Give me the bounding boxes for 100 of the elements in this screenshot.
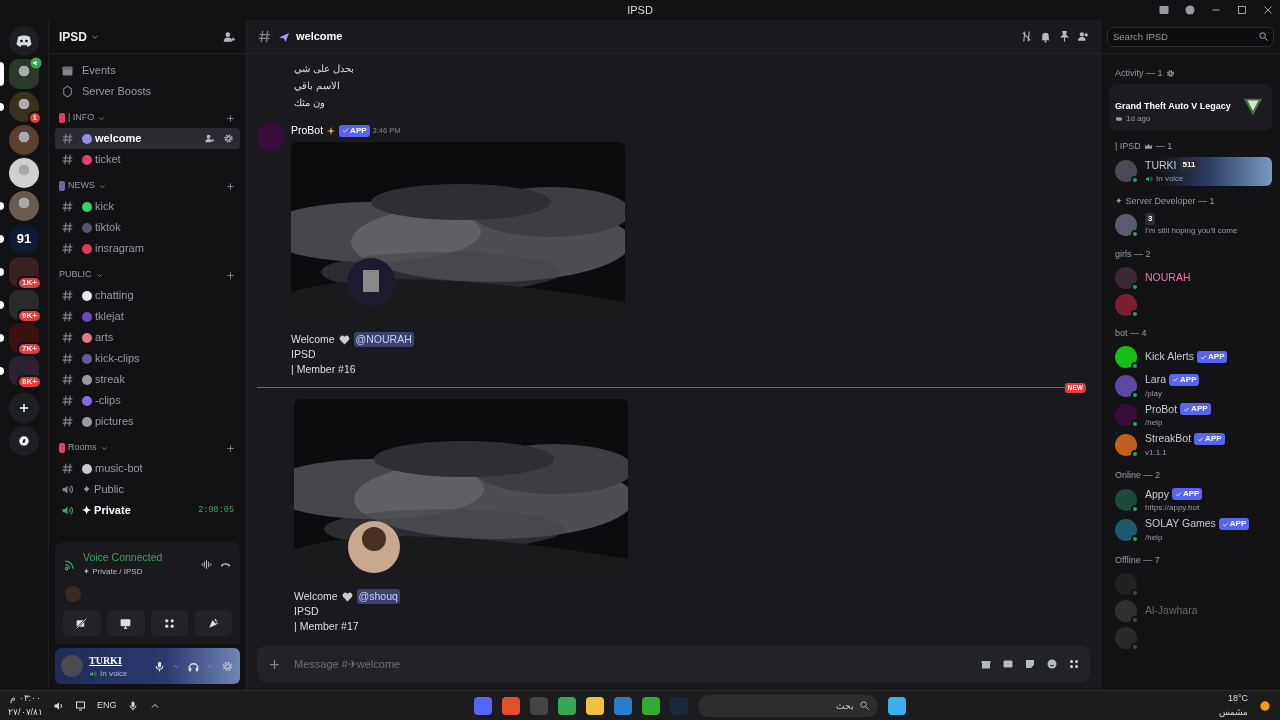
invite-icon[interactable] xyxy=(222,29,236,44)
user-mention[interactable]: @NOURAH xyxy=(353,331,414,347)
member-item[interactable]: 3 I'm still hoping you'll come xyxy=(1109,211,1272,239)
bot-avatar xyxy=(257,123,285,151)
server-icon[interactable] xyxy=(9,158,39,188)
check-icon xyxy=(342,127,350,135)
sidebar-item[interactable]: Server Boosts xyxy=(55,81,240,102)
emoji-icon[interactable] xyxy=(1046,658,1058,670)
category-header[interactable]: Rooms xyxy=(68,441,97,455)
sidebar-item[interactable]: Events xyxy=(55,60,240,81)
screen-share-icon xyxy=(119,616,133,630)
channel-item[interactable]: arts xyxy=(55,327,240,348)
message-text: الاسم باقي xyxy=(294,80,340,91)
clock-time: ٠٣:٠٠ م xyxy=(9,692,42,705)
channel-name: ✦ Public xyxy=(82,482,125,498)
user-mention[interactable]: @shouq xyxy=(356,588,400,604)
channel-item[interactable]: streak xyxy=(55,369,240,390)
channel-item[interactable]: pictures xyxy=(55,411,240,432)
member-item[interactable]: ProBot APP /help xyxy=(1109,400,1272,431)
username[interactable]: TURKI xyxy=(89,652,147,668)
search-icon xyxy=(858,699,870,711)
screen-share-button[interactable] xyxy=(106,610,145,636)
channel-item[interactable]: -clips xyxy=(55,390,240,411)
maximize-button[interactable] xyxy=(1236,4,1248,16)
activity-card[interactable]: Grand Theft Auto V Legacy 1d ago xyxy=(1109,83,1272,131)
add-channel-icon[interactable] xyxy=(225,112,236,124)
channel-item[interactable]: kick-clips xyxy=(55,348,240,369)
channel-item[interactable]: music-bot xyxy=(55,458,240,479)
channel-item[interactable]: tklejat xyxy=(55,306,240,327)
member-item[interactable]: StreakBot APP v1.1.1 xyxy=(1109,430,1272,460)
channel-item[interactable]: tiktok xyxy=(55,217,240,238)
notification-bell-icon[interactable] xyxy=(1039,30,1052,43)
hash-icon xyxy=(61,200,74,213)
close-button[interactable] xyxy=(1262,4,1274,16)
server-icon[interactable] xyxy=(9,59,39,89)
member-name: Al-Jawhara xyxy=(1145,603,1198,619)
compass-icon xyxy=(17,434,31,448)
taskbar-app-icon[interactable] xyxy=(501,696,520,715)
start-button[interactable] xyxy=(887,696,906,715)
message-input[interactable]: Message #✈welcome xyxy=(292,654,970,674)
channel-item[interactable]: ✦ Private 2:00:05 xyxy=(55,500,240,521)
camera-button[interactable] xyxy=(63,610,101,636)
member-name: Appy xyxy=(1145,486,1169,502)
invite-icon[interactable] xyxy=(204,133,215,144)
unread-count: 1K+ xyxy=(17,276,42,290)
add-channel-icon[interactable] xyxy=(225,269,236,281)
language-indicator[interactable]: ENG xyxy=(97,698,117,713)
member-item[interactable]: NOURAH xyxy=(1109,264,1272,292)
pin-icon[interactable] xyxy=(1058,30,1071,43)
server-icon[interactable] xyxy=(9,125,39,155)
channel-item[interactable]: chatting xyxy=(55,285,240,306)
category-header[interactable]: | INFO xyxy=(68,111,95,125)
member-item[interactable]: Appy APP https://appy.bot xyxy=(1109,485,1272,516)
channel-item[interactable]: kick xyxy=(55,196,240,217)
sticker-icon[interactable] xyxy=(1024,658,1036,670)
category-header[interactable]: PUBLIC xyxy=(59,268,92,282)
hash-icon xyxy=(61,242,74,255)
member-item[interactable]: Kick Alerts APP xyxy=(1109,343,1272,371)
message-composer[interactable]: Message #✈welcome xyxy=(257,646,1090,682)
add-channel-icon[interactable] xyxy=(225,180,236,192)
check-icon xyxy=(1174,490,1182,498)
taskbar-app-icon[interactable] xyxy=(557,696,576,715)
member-item[interactable]: SOLAY Games APP /help xyxy=(1109,515,1272,545)
member-count: — 1 xyxy=(1155,140,1173,153)
network-icon[interactable] xyxy=(75,699,87,712)
settings-icon[interactable] xyxy=(1165,69,1175,79)
server-icon[interactable] xyxy=(9,92,39,122)
member-item[interactable]: Lara APP /play xyxy=(1109,370,1272,401)
soundboard-button[interactable] xyxy=(194,610,232,636)
taskbar-app-icon[interactable] xyxy=(585,696,604,715)
microphone-icon[interactable] xyxy=(126,699,139,712)
member-list-icon[interactable] xyxy=(1077,30,1090,43)
channel-item[interactable]: insragram xyxy=(55,238,240,259)
gift-icon[interactable] xyxy=(980,658,992,670)
voice-location[interactable]: ✦ Private / IPSD xyxy=(83,566,194,578)
channel-name: kick-clips xyxy=(95,351,140,367)
member-name: SOLAY Games xyxy=(1145,516,1216,532)
hash-icon xyxy=(61,221,74,234)
add-server-button[interactable] xyxy=(9,393,39,423)
settings-icon[interactable] xyxy=(223,133,234,144)
channel-item[interactable]: welcome xyxy=(55,128,240,149)
server-name[interactable]: IPSD xyxy=(59,27,100,46)
threads-icon[interactable] xyxy=(1020,30,1033,43)
home-button[interactable] xyxy=(9,26,39,56)
discover-button[interactable] xyxy=(9,426,39,456)
taskbar-search[interactable]: بحث xyxy=(697,694,878,717)
category-header[interactable]: NEWS xyxy=(68,179,95,193)
server-icon[interactable]: 91 xyxy=(9,224,39,254)
noise-suppression-icon[interactable] xyxy=(200,557,213,571)
search-field[interactable]: Search IPSD xyxy=(1107,26,1274,47)
microphone-icon[interactable] xyxy=(153,659,166,673)
channel-item[interactable]: ticket xyxy=(55,149,240,170)
author-name[interactable]: ProBot xyxy=(291,123,324,139)
activities-button[interactable] xyxy=(150,610,189,636)
add-channel-icon[interactable] xyxy=(225,442,236,454)
apps-icon[interactable] xyxy=(1068,658,1080,670)
section-heading: Activity — 1 xyxy=(1115,67,1163,80)
channel-item[interactable]: ✦ Public xyxy=(55,479,240,500)
taskbar-app-icon[interactable] xyxy=(641,696,660,715)
server-icon[interactable] xyxy=(9,191,39,221)
